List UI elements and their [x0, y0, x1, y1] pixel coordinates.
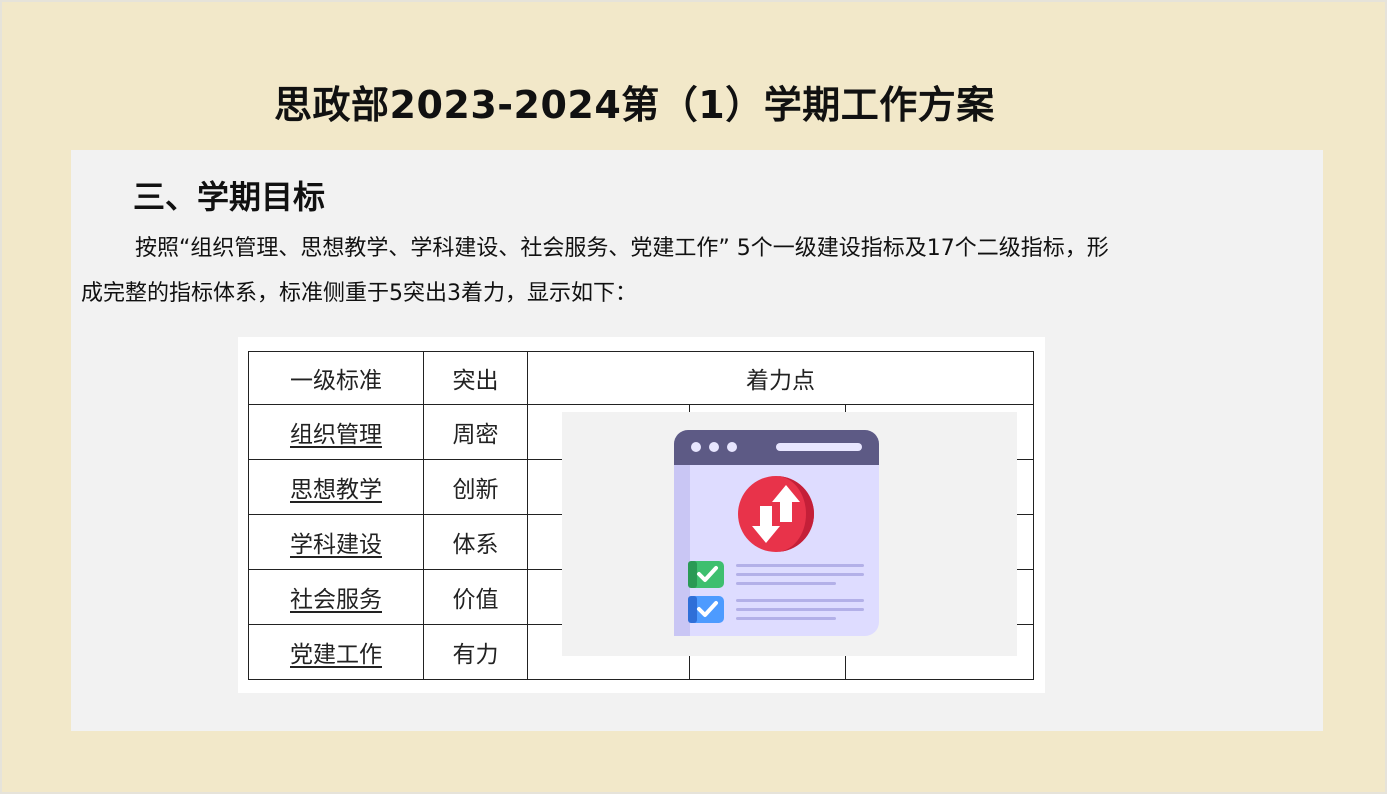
standard-cell: 学科建设 — [290, 532, 382, 558]
paragraph-line-2: 成完整的指标体系，标准侧重于5突出3着力，显示如下： — [81, 281, 637, 306]
window-dot-icon — [691, 442, 701, 452]
address-bar — [776, 443, 862, 451]
browser-sync-icon — [562, 412, 1017, 656]
highlight-cell: 有力 — [423, 624, 528, 680]
list-line — [736, 599, 864, 602]
paragraph-line-1: 按照“组织管理、思想教学、学科建设、社会服务、党建工作” 5个一级建设指标及17… — [135, 236, 1109, 261]
standard-cell: 思想教学 — [290, 477, 382, 503]
window-dot-icon — [727, 442, 737, 452]
browser-sync-icon-graphic — [674, 430, 879, 636]
highlight-cell: 创新 — [423, 459, 528, 515]
list-line — [736, 608, 864, 611]
page-title: 思政部2023-2024第（1）学期工作方案 — [274, 83, 995, 127]
header-standard: 一级标准 — [248, 351, 424, 405]
list-line — [736, 573, 864, 576]
header-highlight: 突出 — [423, 351, 528, 405]
section-heading: 三、学期目标 — [133, 178, 326, 216]
highlight-cell: 体系 — [423, 514, 528, 570]
standard-cell: 组织管理 — [290, 422, 382, 448]
slide: 思政部2023-2024第（1）学期工作方案 三、学期目标 按照“组织管理、思想… — [0, 0, 1387, 794]
header-focus: 着力点 — [527, 351, 1034, 405]
list-line — [736, 617, 836, 620]
standard-cell: 党建工作 — [290, 642, 382, 668]
standard-cell: 社会服务 — [290, 587, 382, 613]
table-header-row: 一级标准 突出 着力点 — [248, 351, 1034, 405]
highlight-cell: 周密 — [423, 404, 528, 460]
window-dot-icon — [709, 442, 719, 452]
list-line — [736, 582, 836, 585]
list-line — [736, 564, 864, 567]
body-paragraph: 按照“组织管理、思想教学、学科建设、社会服务、党建工作” 5个一级建设指标及17… — [81, 226, 1305, 316]
highlight-cell: 价值 — [423, 569, 528, 625]
